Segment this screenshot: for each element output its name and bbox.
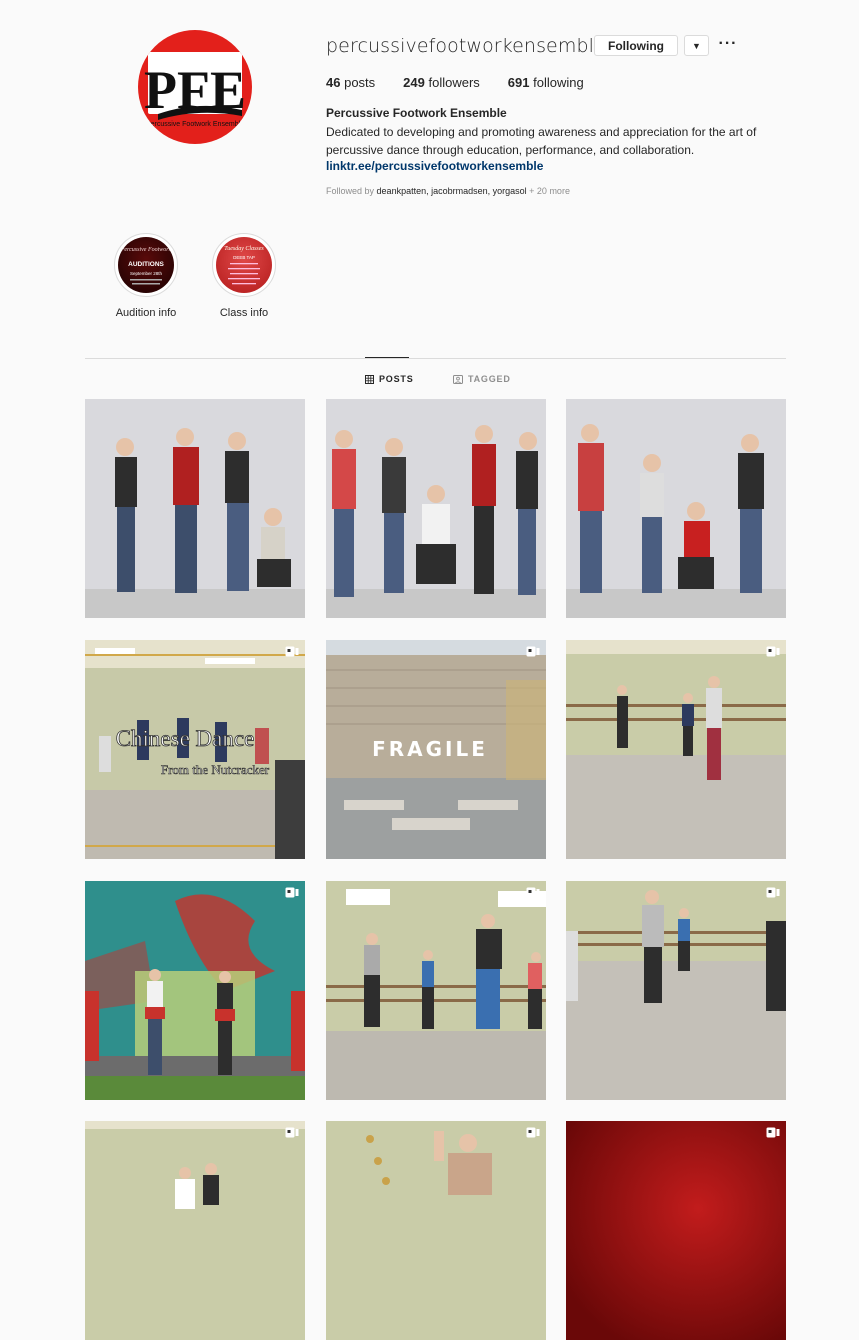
post-thumbnail[interactable] xyxy=(85,399,305,618)
post-overlay-title: FRAGILE xyxy=(372,737,488,761)
highlight-cover-subtitle: DEEB TAP xyxy=(233,255,255,260)
highlight-label: Audition info xyxy=(115,307,177,319)
profile-username: percussivefootworkensemble xyxy=(326,35,606,57)
tab-label: POSTS xyxy=(379,374,414,384)
followed-by-prefix: Followed by xyxy=(326,186,375,196)
followed-by-names: deankpatten, jacobrmadsen, yorgasol xyxy=(376,186,527,196)
tab-tagged[interactable]: TAGGED xyxy=(453,374,511,384)
post-thumbnail[interactable] xyxy=(566,640,786,859)
svg-text:Percussive Footwork: Percussive Footwork xyxy=(120,247,172,253)
tag-icon xyxy=(453,374,463,384)
logo-subtext: Percussive Footwork Ensemble xyxy=(146,121,244,128)
highlight-cover-subtitle: September 28th xyxy=(130,271,163,276)
profile-avatar[interactable]: PFE Percussive Footwork Ensemble xyxy=(138,30,252,144)
active-tab-indicator xyxy=(365,357,409,358)
video-icon xyxy=(766,646,780,657)
followers-label: followers xyxy=(428,75,480,90)
followed-by[interactable]: Followed by deankpatten, jacobrmadsen, y… xyxy=(326,186,570,196)
post-thumbnail[interactable]: Chinese Dance From the Nutcracker xyxy=(85,640,305,859)
following-button[interactable]: Following xyxy=(594,35,678,56)
following-label: following xyxy=(533,75,584,90)
tab-posts[interactable]: POSTS xyxy=(365,374,414,384)
bio-line-2: percussive dance through education, perf… xyxy=(326,143,695,157)
video-icon xyxy=(285,1127,299,1138)
post-thumbnail[interactable] xyxy=(326,881,546,1100)
highlight-cover: Tuesday Classes DEEB TAP xyxy=(216,237,272,293)
highlight-class-info[interactable]: Tuesday Classes DEEB TAP Class info xyxy=(194,233,294,319)
post-thumbnail[interactable] xyxy=(85,881,305,1100)
profile-link[interactable]: linktr.ee/percussivefootworkensemble xyxy=(326,159,543,173)
highlight-cover-title: Tuesday Classes xyxy=(224,246,264,252)
followed-by-more: + 20 more xyxy=(529,186,570,196)
highlight-cover: Percussive Footwork AUDITIONS September … xyxy=(118,237,174,293)
highlight-cover-title: AUDITIONS xyxy=(128,261,164,268)
posts-count: 46 xyxy=(326,75,341,90)
tabs-divider xyxy=(85,358,786,359)
followers-stat[interactable]: 249 followers xyxy=(403,75,480,90)
bio-line-1: Dedicated to developing and promoting aw… xyxy=(326,125,757,139)
profile-stats: 46 posts 249 followers 691 following xyxy=(326,75,612,90)
suggestions-dropdown-button[interactable]: ▼ xyxy=(684,35,709,56)
video-icon xyxy=(766,887,780,898)
highlight-ring: Tuesday Classes DEEB TAP xyxy=(212,233,276,297)
tab-label: TAGGED xyxy=(468,374,511,384)
video-icon xyxy=(526,646,540,657)
video-icon xyxy=(285,646,299,657)
following-stat[interactable]: 691 following xyxy=(508,75,584,90)
profile-full-name: Percussive Footwork Ensemble xyxy=(326,106,507,120)
posts-label: posts xyxy=(344,75,376,90)
post-thumbnail[interactable] xyxy=(326,1121,546,1340)
pfe-logo: PFE Percussive Footwork Ensemble xyxy=(144,52,246,128)
post-overlay-title: Chinese Dance xyxy=(116,726,255,751)
posts-stat: 46 posts xyxy=(326,75,375,90)
post-thumbnail[interactable] xyxy=(85,1121,305,1340)
highlight-label: Class info xyxy=(219,307,269,319)
ellipsis-icon: ··· xyxy=(718,35,738,52)
highlight-audition-info[interactable]: Percussive Footwork AUDITIONS September … xyxy=(96,233,196,319)
highlight-ring: Percussive Footwork AUDITIONS September … xyxy=(114,233,178,297)
more-options-button[interactable]: ··· xyxy=(717,34,739,54)
followers-count: 249 xyxy=(403,75,425,90)
following-count: 691 xyxy=(507,75,530,90)
post-thumbnail[interactable]: FRAGILE xyxy=(326,640,546,859)
post-thumbnail[interactable] xyxy=(566,1121,786,1340)
video-icon xyxy=(526,887,540,898)
video-icon xyxy=(526,1127,540,1138)
video-icon xyxy=(285,887,299,898)
chevron-down-icon: ▼ xyxy=(692,40,701,51)
post-thumbnail[interactable] xyxy=(566,399,786,618)
post-thumbnail[interactable] xyxy=(566,881,786,1100)
video-icon xyxy=(766,1127,780,1138)
post-thumbnail[interactable] xyxy=(326,399,546,618)
post-overlay-subtitle: From the Nutcracker xyxy=(161,762,270,777)
grid-icon xyxy=(365,374,374,384)
profile-bio: Dedicated to developing and promoting aw… xyxy=(326,123,776,159)
